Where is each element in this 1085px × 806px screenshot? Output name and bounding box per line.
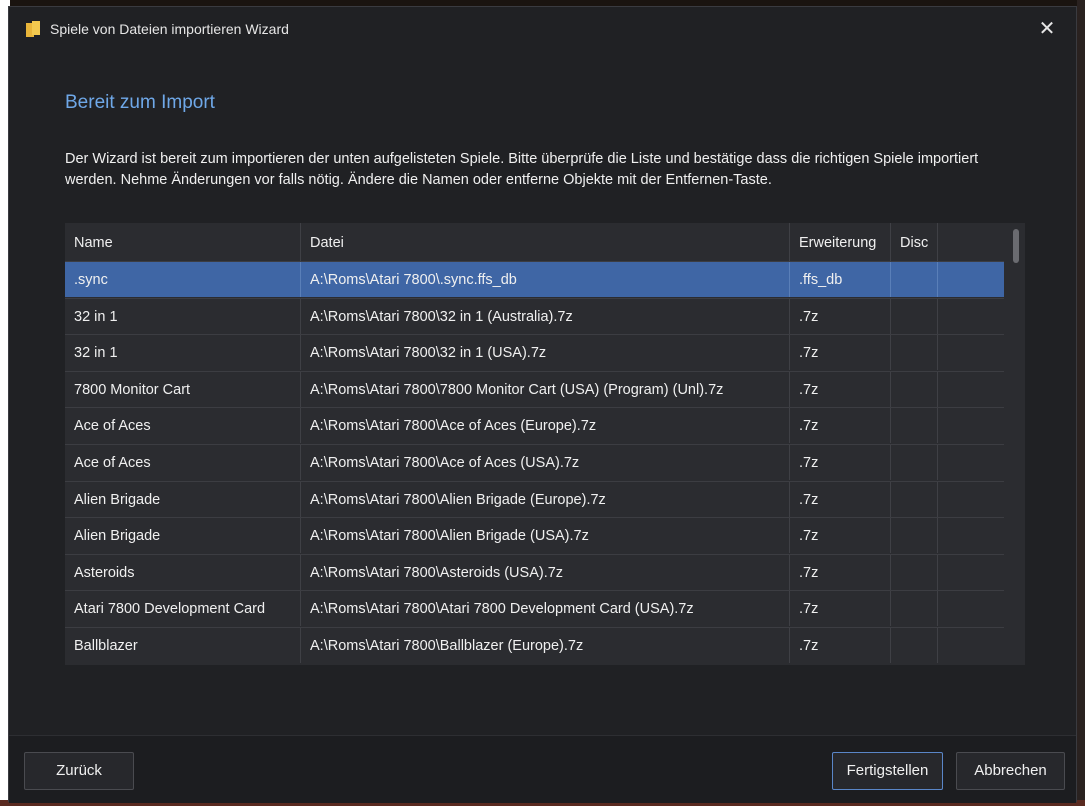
title-bar[interactable]: Spiele von Dateien importieren Wizard ✕ bbox=[9, 7, 1076, 51]
cell-empty bbox=[938, 628, 1004, 663]
cell-disc bbox=[891, 518, 938, 554]
table-row[interactable]: Ace of Aces A:\Roms\Atari 7800\Ace of Ace… bbox=[65, 407, 1004, 444]
cell-empty bbox=[938, 299, 1004, 334]
column-header-name[interactable]: Name bbox=[65, 223, 301, 261]
cell-disc bbox=[891, 408, 938, 444]
column-header-extension[interactable]: Erweiterung bbox=[790, 223, 891, 261]
cell-extension: .7z bbox=[790, 628, 891, 663]
table-row[interactable]: 7800 Monitor Cart A:\Roms\Atari 7800\7800… bbox=[65, 370, 1004, 407]
cell-empty bbox=[938, 372, 1004, 407]
finish-button[interactable]: Fertigstellen bbox=[832, 752, 943, 790]
cell-file: A:\Roms\Atari 7800\32 in 1 (USA).7z bbox=[301, 335, 790, 371]
window-title: Spiele von Dateien importieren Wizard bbox=[50, 21, 289, 37]
table-row[interactable]: 32 in 1 A:\Roms\Atari 7800\32 in 1 (USA).… bbox=[65, 334, 1004, 371]
table-row[interactable]: Ace of Aces A:\Roms\Atari 7800\Ace of Ace… bbox=[65, 444, 1004, 480]
cell-empty bbox=[938, 262, 1004, 297]
page-title: Bereit zum Import bbox=[65, 92, 215, 113]
table-row[interactable]: Ballblazer A:\Roms\Atari 7800\Ballblazer … bbox=[65, 627, 1004, 663]
cell-file: A:\Roms\Atari 7800\Ballblazer (Europe).7… bbox=[301, 628, 790, 663]
column-header-disc[interactable]: Disc bbox=[891, 223, 938, 261]
cell-disc bbox=[891, 591, 938, 627]
cell-disc bbox=[891, 262, 938, 297]
cell-extension: .7z bbox=[790, 298, 891, 334]
table-row[interactable]: .sync A:\Roms\Atari 7800\.sync.ffs_db .ffs… bbox=[65, 261, 1004, 297]
cell-name: 32 in 1 bbox=[65, 298, 301, 334]
cell-name: 32 in 1 bbox=[65, 335, 301, 371]
cell-empty bbox=[938, 445, 1004, 480]
cell-name: Ballblazer bbox=[65, 628, 301, 663]
cell-file: A:\Roms\Atari 7800\.sync.ffs_db bbox=[301, 262, 790, 297]
cell-extension: .7z bbox=[790, 554, 891, 590]
cell-file: A:\Roms\Atari 7800\Ace of Aces (USA).7z bbox=[301, 445, 790, 480]
cell-disc bbox=[891, 481, 938, 517]
close-icon: ✕ bbox=[1038, 18, 1056, 40]
close-button[interactable]: ✕ bbox=[1018, 7, 1076, 51]
cell-name: .sync bbox=[65, 262, 301, 297]
column-header-empty bbox=[938, 223, 1004, 261]
cell-disc bbox=[891, 445, 938, 480]
table-row[interactable]: Alien Brigade A:\Roms\Atari 7800\Alien Br… bbox=[65, 480, 1004, 517]
cell-extension: .7z bbox=[790, 518, 891, 554]
import-wizard-dialog: Spiele von Dateien importieren Wizard ✕ … bbox=[8, 6, 1077, 803]
cell-name: Asteroids bbox=[65, 554, 301, 590]
cell-empty bbox=[938, 555, 1004, 590]
cell-name: 7800 Monitor Cart bbox=[65, 371, 301, 407]
cell-empty bbox=[938, 591, 1004, 626]
cell-empty bbox=[938, 408, 1004, 443]
cell-file: A:\Roms\Atari 7800\32 in 1 (Australia).7… bbox=[301, 298, 790, 334]
folder-icon bbox=[26, 21, 40, 37]
cell-name: Alien Brigade bbox=[65, 481, 301, 517]
scrollbar-thumb[interactable] bbox=[1013, 229, 1019, 263]
cell-file: A:\Roms\Atari 7800\Asteroids (USA).7z bbox=[301, 554, 790, 590]
cell-extension: .7z bbox=[790, 371, 891, 407]
cell-extension: .7z bbox=[790, 408, 891, 444]
cell-file: A:\Roms\Atari 7800\Atari 7800 Developmen… bbox=[301, 591, 790, 627]
cancel-button[interactable]: Abbrechen bbox=[956, 752, 1065, 790]
page-description: Der Wizard ist bereit zum importieren de… bbox=[65, 151, 979, 188]
table-row[interactable]: Atari 7800 Development Card A:\Roms\Atari… bbox=[65, 590, 1004, 627]
table-row[interactable]: Asteroids A:\Roms\Atari 7800\Asteroids (U… bbox=[65, 553, 1004, 590]
table-header: Name Datei Erweiterung Disc bbox=[65, 223, 1004, 261]
cell-extension: .7z bbox=[790, 591, 891, 627]
cell-extension: .ffs_db bbox=[790, 262, 891, 297]
cell-name: Atari 7800 Development Card bbox=[65, 591, 301, 627]
cell-extension: .7z bbox=[790, 335, 891, 371]
games-table: Name Datei Erweiterung Disc .sync A:\Roms… bbox=[65, 223, 1025, 665]
cell-file: A:\Roms\Atari 7800\Alien Brigade (USA).7… bbox=[301, 518, 790, 554]
wizard-footer: Zurück Fertigstellen Abbrechen bbox=[9, 735, 1076, 803]
cell-disc bbox=[891, 298, 938, 334]
back-button[interactable]: Zurück bbox=[24, 752, 134, 790]
cell-empty bbox=[938, 335, 1004, 370]
cell-name: Ace of Aces bbox=[65, 445, 301, 480]
cell-file: A:\Roms\Atari 7800\7800 Monitor Cart (US… bbox=[301, 371, 790, 407]
cell-name: Ace of Aces bbox=[65, 408, 301, 444]
table-row[interactable]: Alien Brigade A:\Roms\Atari 7800\Alien Br… bbox=[65, 517, 1004, 554]
cell-name: Alien Brigade bbox=[65, 518, 301, 554]
cell-empty bbox=[938, 482, 1004, 517]
cell-extension: .7z bbox=[790, 445, 891, 480]
cell-disc bbox=[891, 335, 938, 371]
cell-disc bbox=[891, 554, 938, 590]
cell-disc bbox=[891, 371, 938, 407]
cell-empty bbox=[938, 518, 1004, 553]
cell-disc bbox=[891, 628, 938, 663]
cell-file: A:\Roms\Atari 7800\Alien Brigade (Europe… bbox=[301, 481, 790, 517]
cell-file: A:\Roms\Atari 7800\Ace of Aces (Europe).… bbox=[301, 408, 790, 444]
vertical-scrollbar[interactable] bbox=[1004, 223, 1025, 665]
column-header-file[interactable]: Datei bbox=[301, 223, 790, 261]
table-row[interactable]: 32 in 1 A:\Roms\Atari 7800\32 in 1 (Austr… bbox=[65, 297, 1004, 334]
cell-extension: .7z bbox=[790, 481, 891, 517]
background-edge-right bbox=[1077, 0, 1085, 806]
